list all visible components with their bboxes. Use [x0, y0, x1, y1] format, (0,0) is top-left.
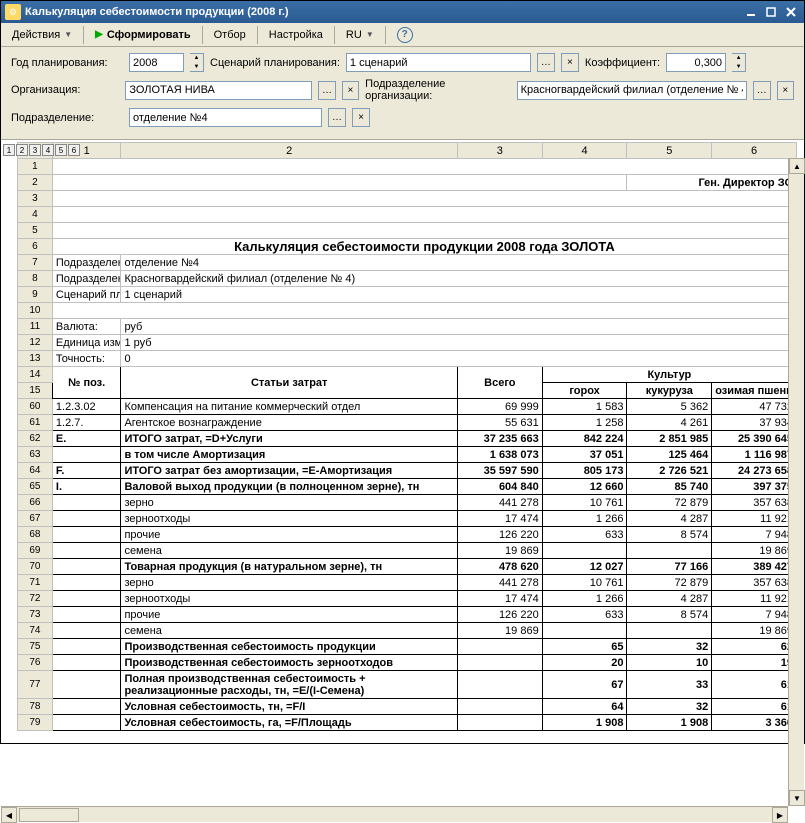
org-input[interactable]: [125, 81, 312, 100]
titlebar: ⚙ Калькуляция себестоимости продукции (2…: [1, 1, 804, 23]
year-label: Год планирования:: [11, 57, 123, 69]
org-label: Организация:: [11, 84, 119, 96]
actions-menu[interactable]: Действия▼: [5, 26, 79, 44]
scroll-up-icon[interactable]: ▲: [789, 158, 805, 174]
window-title: Калькуляция себестоимости продукции (200…: [25, 6, 740, 18]
help-icon: ?: [397, 27, 413, 43]
scenario-pick[interactable]: …: [537, 53, 555, 72]
orgunit-clear[interactable]: ×: [777, 81, 794, 100]
dept-clear[interactable]: ×: [352, 108, 370, 127]
year-input[interactable]: [129, 53, 184, 72]
dept-pick[interactable]: …: [328, 108, 346, 127]
filter-button[interactable]: Отбор: [207, 26, 253, 44]
spreadsheet[interactable]: 12345612Ген. Директор ЗО3456Калькуляция …: [17, 142, 797, 731]
coef-label: Коэффициент:: [585, 57, 660, 69]
coef-input[interactable]: [666, 53, 726, 72]
scenario-label: Сценарий планирования:: [210, 57, 340, 69]
spreadsheet-area: 123456 12345612Ген. Директор ЗО3456Кальк…: [1, 142, 804, 822]
maximize-button[interactable]: [762, 4, 780, 20]
close-button[interactable]: [782, 4, 800, 20]
year-spinner[interactable]: ▲▼: [190, 53, 204, 72]
orgunit-input[interactable]: [517, 81, 747, 100]
toolbar: Действия▼ ▶Сформировать Отбор Настройка …: [1, 23, 804, 47]
scenario-clear[interactable]: ×: [561, 53, 579, 72]
app-icon: ⚙: [5, 4, 21, 20]
scroll-left-icon[interactable]: ◀: [1, 807, 17, 823]
form-button[interactable]: ▶Сформировать: [88, 26, 198, 44]
scenario-input[interactable]: [346, 53, 531, 72]
orgunit-pick[interactable]: …: [753, 81, 770, 100]
dept-input[interactable]: [129, 108, 322, 127]
lang-menu[interactable]: RU▼: [339, 26, 381, 44]
outline-level-buttons[interactable]: 123456: [3, 144, 80, 156]
org-pick[interactable]: …: [318, 81, 335, 100]
help-button[interactable]: ?: [390, 24, 420, 46]
minimize-button[interactable]: [742, 4, 760, 20]
org-clear[interactable]: ×: [342, 81, 359, 100]
horizontal-scrollbar[interactable]: ◀ ▶: [1, 806, 788, 822]
play-icon: ▶: [95, 29, 103, 40]
orgunit-label: Подразделение организации:: [365, 78, 510, 102]
scroll-down-icon[interactable]: ▼: [789, 790, 805, 806]
scroll-right-icon[interactable]: ▶: [772, 807, 788, 823]
coef-spinner[interactable]: ▲▼: [732, 53, 746, 72]
vertical-scrollbar[interactable]: ▲ ▼: [788, 158, 804, 806]
settings-button[interactable]: Настройка: [262, 26, 330, 44]
dept-label: Подразделение:: [11, 112, 123, 124]
params-panel: Год планирования: ▲▼ Сценарий планирован…: [1, 47, 804, 140]
